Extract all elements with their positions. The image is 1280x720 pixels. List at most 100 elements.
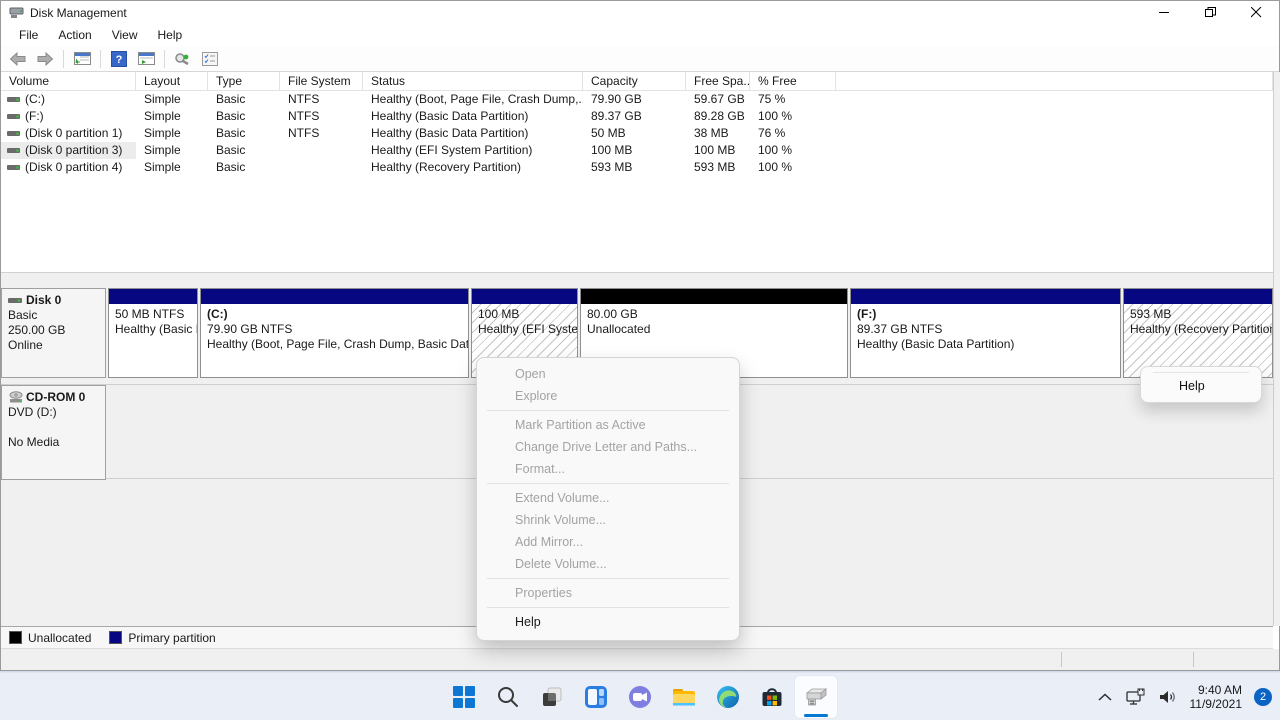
volume-icon xyxy=(7,112,21,122)
app-icon xyxy=(9,6,24,19)
partition-color-bar xyxy=(581,289,847,304)
table-row-volume[interactable]: (Disk 0 partition 4) xyxy=(1,159,136,176)
titlebar: Disk Management xyxy=(1,1,1279,24)
search-icon[interactable] xyxy=(486,675,530,719)
toolbar-separator xyxy=(63,50,64,68)
menu-item-mark-partition-active[interactable]: Mark Partition as Active xyxy=(477,414,739,436)
menu-separator xyxy=(487,578,729,579)
toolbar: ? xyxy=(1,46,1279,72)
partition-color-bar xyxy=(851,289,1120,304)
file-explorer-icon[interactable] xyxy=(662,675,706,719)
menu-item-explore[interactable]: Explore xyxy=(477,385,739,407)
cdrom-label-panel[interactable]: CD-ROM 0 DVD (D:) No Media xyxy=(1,385,106,480)
menu-item-extend-volume[interactable]: Extend Volume... xyxy=(477,487,739,509)
column-header-volume[interactable]: Volume xyxy=(1,72,136,91)
vertical-scrollbar[interactable] xyxy=(1273,72,1280,626)
taskbar-center-icons xyxy=(442,673,838,720)
tray-date: 11/9/2021 xyxy=(1190,697,1243,711)
column-header-filler xyxy=(836,72,1273,91)
disk-icon xyxy=(8,296,23,305)
menu-separator xyxy=(487,483,729,484)
disk-management-taskbar-icon[interactable] xyxy=(794,675,838,719)
tray-time: 9:40 AM xyxy=(1190,683,1243,697)
column-header-pct-free[interactable]: % Free xyxy=(750,72,836,91)
tray-chevron-up-icon[interactable] xyxy=(1094,686,1116,708)
refresh-scan-icon[interactable] xyxy=(172,49,194,69)
menu-separator xyxy=(487,410,729,411)
show-hide-icon[interactable] xyxy=(135,49,157,69)
task-view-icon[interactable] xyxy=(530,675,574,719)
menu-item-change-drive-letter[interactable]: Change Drive Letter and Paths... xyxy=(477,436,739,458)
pane-splitter[interactable] xyxy=(1,272,1273,288)
table-row-volume[interactable]: (F:) xyxy=(1,108,136,125)
column-header-file-system[interactable]: File System xyxy=(280,72,363,91)
menu-help[interactable]: Help xyxy=(148,26,193,44)
legend-swatch-unallocated xyxy=(9,631,22,644)
menu-item-help[interactable]: Help xyxy=(477,611,739,633)
popup-item-help[interactable]: Help xyxy=(1141,373,1261,399)
volume-icon xyxy=(7,146,21,156)
close-button[interactable] xyxy=(1233,1,1279,24)
help-popup-menu: Help xyxy=(1140,366,1262,403)
disk0-type: Basic xyxy=(8,308,99,323)
partition-color-bar xyxy=(109,289,197,304)
cdrom-status: No Media xyxy=(8,435,99,450)
volume-icon[interactable] xyxy=(1158,686,1180,708)
volume-icon xyxy=(7,129,21,139)
menu-item-shrink-volume[interactable]: Shrink Volume... xyxy=(477,509,739,531)
menu-item-open[interactable]: Open xyxy=(477,363,739,385)
column-header-capacity[interactable]: Capacity xyxy=(583,72,686,91)
partition-f[interactable]: (F:)89.37 GB NTFSHealthy (Basic Data Par… xyxy=(850,288,1121,378)
taskbar-system-tray: 9:40 AM 11/9/2021 2 xyxy=(1094,673,1273,720)
widgets-icon[interactable] xyxy=(574,675,618,719)
menu-item-properties[interactable]: Properties xyxy=(477,582,739,604)
legend-swatch-primary xyxy=(109,631,122,644)
edge-icon[interactable] xyxy=(706,675,750,719)
properties-list-icon[interactable] xyxy=(199,49,221,69)
volume-icon xyxy=(7,95,21,105)
toolbar-separator xyxy=(164,50,165,68)
partition-50mb[interactable]: 50 MB NTFSHealthy (Basic Data Partition) xyxy=(108,288,198,378)
legend-primary-partition: Primary partition xyxy=(109,631,215,645)
volume-list-pane: Volume Layout Type File System Status Ca… xyxy=(1,72,1273,272)
partition-c[interactable]: (C:)79.90 GB NTFSHealthy (Boot, Page Fil… xyxy=(200,288,469,378)
cdrom-name: CD-ROM 0 xyxy=(26,390,85,405)
legend-unallocated: Unallocated xyxy=(9,631,91,645)
table-row-volume[interactable]: (C:) xyxy=(1,91,136,108)
disk0-status: Online xyxy=(8,338,99,353)
table-row-volume-selected[interactable]: (Disk 0 partition 3) xyxy=(1,142,136,159)
column-header-free-space[interactable]: Free Spa... xyxy=(686,72,750,91)
volume-table: Volume Layout Type File System Status Ca… xyxy=(1,72,1273,176)
column-header-type[interactable]: Type xyxy=(208,72,280,91)
menubar: File Action View Help xyxy=(1,24,1279,46)
minimize-button[interactable] xyxy=(1141,1,1187,24)
partition-recovery-selected[interactable]: 593 MBHealthy (Recovery Partition) xyxy=(1123,288,1273,378)
cdrom-icon xyxy=(8,391,24,404)
help-icon[interactable]: ? xyxy=(108,49,130,69)
column-header-layout[interactable]: Layout xyxy=(136,72,208,91)
disk0-label-panel[interactable]: Disk 0 Basic 250.00 GB Online xyxy=(1,288,106,378)
tray-clock[interactable]: 9:40 AM 11/9/2021 xyxy=(1190,683,1243,711)
context-menu: Open Explore Mark Partition as Active Ch… xyxy=(476,357,740,641)
menu-view[interactable]: View xyxy=(102,26,148,44)
chat-icon[interactable] xyxy=(618,675,662,719)
restore-button[interactable] xyxy=(1187,1,1233,24)
table-row-volume[interactable]: (Disk 0 partition 1) xyxy=(1,125,136,142)
menu-action[interactable]: Action xyxy=(48,26,101,44)
svg-text:?: ? xyxy=(116,54,123,66)
menu-item-format[interactable]: Format... xyxy=(477,458,739,480)
back-icon[interactable] xyxy=(7,49,29,69)
volume-icon xyxy=(7,163,21,173)
column-header-status[interactable]: Status xyxy=(363,72,583,91)
network-icon[interactable] xyxy=(1126,686,1148,708)
taskbar: 9:40 AM 11/9/2021 2 xyxy=(0,672,1280,720)
store-icon[interactable] xyxy=(750,675,794,719)
console-tree-icon[interactable] xyxy=(71,49,93,69)
forward-icon[interactable] xyxy=(34,49,56,69)
menu-file[interactable]: File xyxy=(9,26,48,44)
notification-badge[interactable]: 2 xyxy=(1254,688,1272,706)
menu-item-delete-volume[interactable]: Delete Volume... xyxy=(477,553,739,575)
menu-separator xyxy=(487,607,729,608)
menu-item-add-mirror[interactable]: Add Mirror... xyxy=(477,531,739,553)
start-button[interactable] xyxy=(442,675,486,719)
